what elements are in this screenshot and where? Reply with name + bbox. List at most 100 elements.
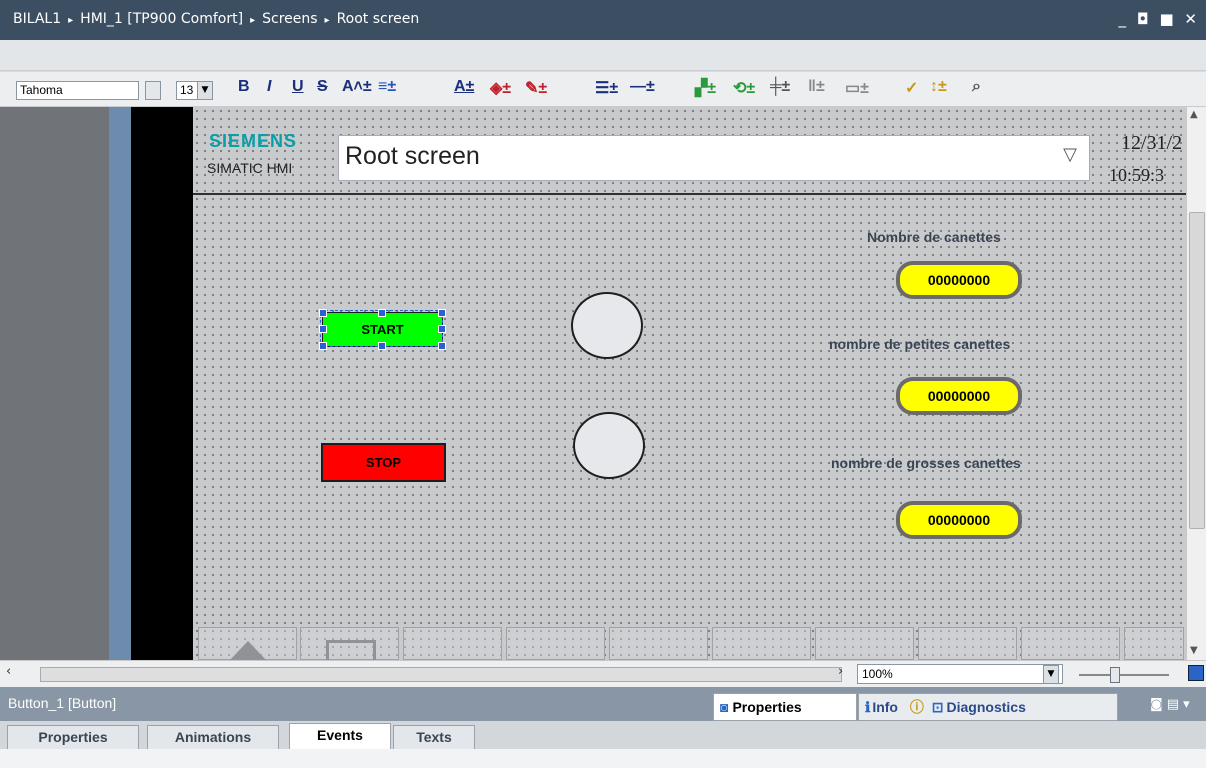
underline-button[interactable]: U	[292, 78, 304, 96]
zoom-select-icon[interactable]: ⌕	[972, 78, 981, 96]
function-key[interactable]	[815, 627, 914, 660]
rotate-icon[interactable]: ⟲±	[733, 78, 755, 98]
stop-button[interactable]: STOP	[321, 443, 446, 482]
font-color-icon[interactable]: A±	[454, 78, 474, 96]
function-key[interactable]	[403, 627, 502, 660]
function-key[interactable]	[300, 627, 399, 660]
resize-handle[interactable]	[319, 309, 327, 317]
large-cans-io-field[interactable]: 00000000	[896, 501, 1022, 539]
fill-color-icon[interactable]: ◈±	[490, 78, 511, 98]
text-size-icon[interactable]: A˄±	[342, 78, 372, 96]
strikethrough-button[interactable]: S	[317, 78, 328, 96]
tab-events[interactable]: Events	[289, 723, 391, 750]
crumb-separator-icon: ▸	[324, 15, 330, 26]
start-indicator-lamp	[571, 292, 643, 359]
crumb-root-screen[interactable]: Root screen	[337, 11, 420, 27]
resize-handle[interactable]	[319, 342, 327, 350]
function-key-row	[193, 627, 1186, 661]
scroll-down-icon[interactable]: ▼	[1190, 645, 1198, 656]
resize-handle[interactable]	[438, 309, 446, 317]
italic-button[interactable]: I	[267, 78, 271, 96]
screen-selector[interactable]: Root screen ▽	[338, 135, 1090, 181]
resize-handle[interactable]	[438, 325, 446, 333]
small-cans-io-field[interactable]: 00000000	[896, 377, 1022, 415]
chevron-down-icon[interactable]: ▼	[197, 81, 213, 100]
large-cans-label: nombre de grosses canettes	[831, 455, 1021, 471]
spacing-icon[interactable]: ‖±	[808, 78, 825, 96]
crumb-separator-icon: ▸	[250, 15, 256, 26]
editor-margin	[0, 107, 109, 660]
scroll-up-icon[interactable]: ▲	[1190, 109, 1198, 120]
cans-label: Nombre de canettes	[867, 229, 1001, 245]
simatic-label: SIMATIC HMI	[207, 160, 293, 176]
function-key[interactable]	[1021, 627, 1120, 660]
resize-handle[interactable]	[378, 309, 386, 317]
tab-diagnostics[interactable]: Diagnostics	[947, 699, 1026, 715]
minimize-icon[interactable]: _	[1119, 10, 1130, 28]
horizontal-scroll-thumb[interactable]	[40, 667, 842, 682]
function-key[interactable]	[1124, 627, 1184, 660]
resize-handle[interactable]	[378, 342, 386, 350]
resize-handle[interactable]	[319, 325, 327, 333]
function-key[interactable]	[198, 627, 297, 661]
tab-properties-top[interactable]: ◙ Properties	[713, 693, 857, 721]
device-bezel	[131, 107, 193, 660]
screen-selector-value: Root screen	[345, 142, 480, 170]
zoom-slider-track[interactable]	[1079, 674, 1169, 676]
restore-icon[interactable]: ◘	[1137, 10, 1152, 28]
selected-object-name: Button_1 [Button]	[8, 695, 117, 711]
line-color-icon[interactable]: ✎±	[525, 78, 547, 98]
time-field: 10:59:3	[1109, 165, 1165, 185]
font-size-field[interactable]: 13	[176, 81, 199, 100]
stop-indicator-lamp	[573, 412, 645, 479]
scroll-right-icon[interactable]: ›	[838, 664, 843, 679]
tab-texts[interactable]: Texts	[393, 725, 475, 749]
breadcrumb: BILAL1 ▸ HMI_1 [TP900 Comfort] ▸ Screens ▸ Roo…	[13, 11, 419, 27]
distribute-icon[interactable]: ╪±	[770, 78, 790, 96]
chevron-down-icon[interactable]: ▽	[1063, 144, 1077, 165]
font-list-icon[interactable]	[145, 81, 161, 100]
function-key[interactable]	[506, 627, 605, 660]
info-diagnostics-tabs: ℹ Info ⓘ ⊡ Diagnostics	[858, 693, 1118, 721]
vertical-scroll-thumb[interactable]	[1189, 212, 1205, 529]
cans-io-field[interactable]: 00000000	[896, 261, 1022, 299]
date-field: 12/31/2	[1121, 132, 1183, 154]
chevron-down-icon[interactable]: ▼	[1043, 665, 1059, 684]
diagnostics-icon: ⊡	[931, 699, 944, 715]
line-width-icon[interactable]: —±	[630, 78, 655, 96]
grid-icon[interactable]: ▭±	[845, 78, 869, 98]
window-controls[interactable]: _ ◘ ■ ✕	[1119, 10, 1200, 28]
format-painter-icon[interactable]: ✓	[905, 78, 918, 98]
small-cans-label: nombre de petites canettes	[829, 336, 1011, 352]
layer-icon[interactable]: ↕±	[930, 78, 947, 96]
bold-button[interactable]: B	[238, 78, 250, 96]
align-icon[interactable]: ≡±	[378, 78, 396, 96]
scroll-left-icon[interactable]: ‹	[6, 664, 11, 679]
function-key[interactable]	[918, 627, 1017, 660]
panel-controls-icon[interactable]: ◙ ▤ ▾	[1150, 697, 1190, 712]
tab-properties[interactable]: Properties	[7, 725, 139, 749]
arrow-up-icon	[229, 641, 267, 661]
crumb-screens[interactable]: Screens	[262, 11, 317, 27]
function-key[interactable]	[712, 627, 811, 660]
function-key[interactable]	[609, 627, 708, 660]
tile-icon[interactable]: ■	[1159, 10, 1176, 28]
format-toolbar: Tahoma 13 ▼ B I U S A˄± ≡± A± ◈± ✎± ☰± —…	[0, 72, 1206, 107]
font-name-field[interactable]: Tahoma	[16, 81, 139, 100]
info-icon: ℹ	[865, 699, 871, 715]
tab-info[interactable]: Info	[872, 699, 898, 715]
zoom-slider-thumb[interactable]	[1110, 667, 1120, 683]
crumb-project[interactable]: BILAL1	[13, 11, 61, 27]
resize-handle[interactable]	[438, 342, 446, 350]
bring-front-icon[interactable]: ▞±	[695, 78, 716, 98]
tab-animations[interactable]: Animations	[147, 725, 279, 749]
close-icon[interactable]: ✕	[1184, 10, 1200, 28]
crumb-device[interactable]: HMI_1 [TP900 Comfort]	[80, 11, 243, 27]
editor-ruler-strip	[109, 107, 131, 660]
blank-band	[0, 40, 1206, 71]
overview-icon[interactable]	[1188, 665, 1204, 681]
line-style-icon[interactable]: ☰±	[595, 78, 618, 98]
hmi-header: SIEMENS SIMATIC HMI Root screen ▽ 12/31/…	[193, 107, 1186, 195]
info-badge-icon: ⓘ	[909, 699, 924, 715]
zoom-select[interactable]: 100%	[857, 664, 1063, 684]
